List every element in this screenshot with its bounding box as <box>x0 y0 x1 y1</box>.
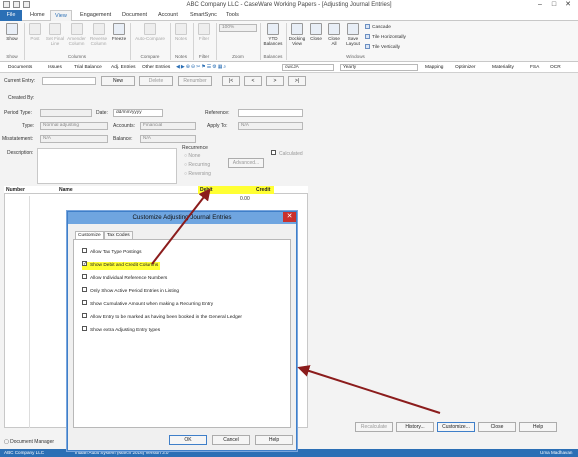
arrow-to-dialog <box>297 365 441 414</box>
annotation-arrows <box>151 188 441 414</box>
arrow-to-debit-column <box>151 188 211 265</box>
